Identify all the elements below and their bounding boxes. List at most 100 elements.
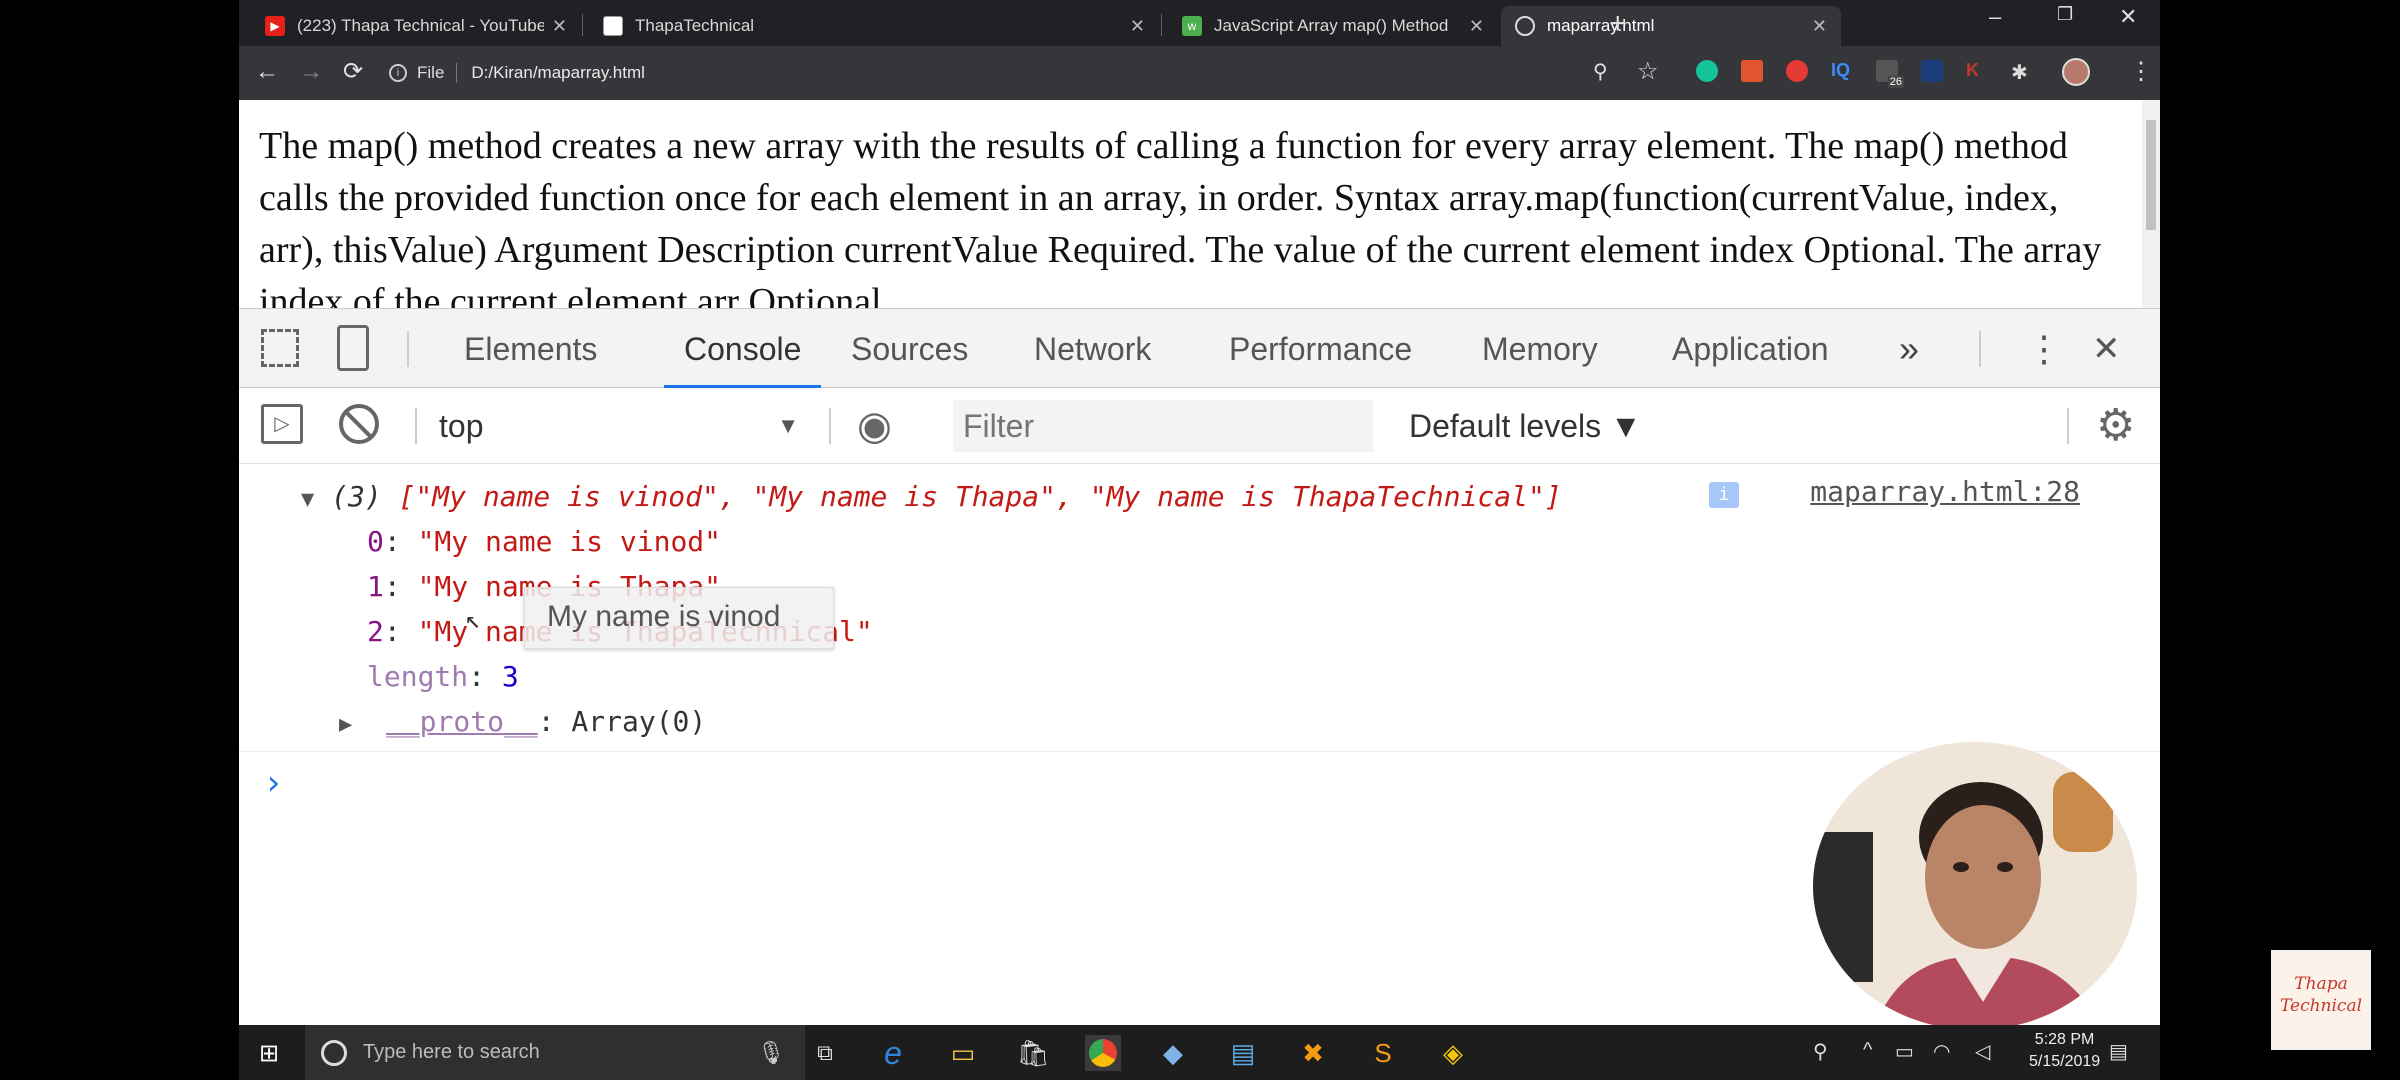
entry-index: 0 [367,525,384,558]
dropdown-arrow-icon: ▼ [777,413,799,438]
extension-icon[interactable] [1786,60,1808,82]
cortana-search-icon [321,1039,347,1066]
device-toolbar-icon[interactable] [337,325,369,371]
source-link[interactable]: maparray.html:28 [1810,475,2080,508]
page-text: The map() method creates a new array wit… [259,125,2102,308]
battery-icon[interactable]: ▭ [1895,1039,1914,1064]
console-settings-gear-icon[interactable]: ⚙ [2096,400,2135,452]
minimize-icon[interactable]: – [1989,4,2001,30]
chrome-taskbar-icon[interactable] [1085,1035,1121,1071]
console-filter-input[interactable] [953,400,1373,452]
taskbar-search-box[interactable]: Type here to search 🎙 [305,1025,805,1080]
info-badge-icon[interactable]: i [1709,482,1739,508]
devtools-tab-performance[interactable]: Performance [1229,309,1412,389]
log-levels-dropdown[interactable]: Default levels ▼ [1409,402,1642,450]
wifi-icon[interactable]: ◠ [1933,1039,1950,1064]
browser-tab-youtube[interactable]: ▶ (223) Thapa Technical - YouTube ✕ [251,6,581,46]
tray-chevron-icon[interactable]: ^ [1863,1039,1872,1062]
microsoft-store-icon[interactable]: 🛍 [1015,1035,1051,1071]
grammarly-extension-icon[interactable] [1696,60,1718,82]
page-icon [603,16,623,36]
show-sidebar-icon[interactable]: ▷ [261,404,303,444]
forward-arrow-icon[interactable]: → [299,58,323,86]
devtools-tabbar: Elements Console Sources Network Perform… [239,308,2160,389]
array-length: length: 3 [367,660,519,693]
browser-tab-maparray[interactable]: maparray.html ✕ [1501,6,1841,46]
reload-icon[interactable]: ⟳ [343,58,363,86]
proto-value: Array(0) [571,705,707,738]
extension-icon[interactable]: 26 [1876,60,1904,88]
array-count: (3) [331,480,382,513]
volume-icon[interactable]: ◁ [1975,1039,1990,1064]
live-expression-eye-icon[interactable]: ◉ [857,402,892,450]
expand-triangle-icon[interactable]: ▶ [339,712,352,737]
page-scrollbar[interactable] [2142,100,2160,308]
task-view-icon[interactable]: ⧉ [807,1035,843,1071]
close-devtools-icon[interactable]: ✕ [2092,309,2121,389]
close-tab-icon[interactable]: ✕ [552,16,567,37]
youtube-icon: ▶ [265,16,285,36]
hover-tooltip: My name is vinod [524,587,834,649]
tab-title: maparray.html [1547,16,1655,35]
context-value: top [439,408,484,444]
tab-divider [1161,14,1162,36]
k-extension-icon[interactable]: K [1966,60,1988,82]
bookmark-star-icon[interactable]: ☆ [1637,58,1659,86]
scroll-thumb[interactable] [2146,120,2156,230]
array-entry: 0: "My name is vinod" [367,525,722,558]
console-toolbar: ▷ top ▼ ◉ Default levels ▼ ⚙ [239,388,2160,464]
close-tab-icon[interactable]: ✕ [1812,16,1827,37]
notepad-icon[interactable]: ▤ [1225,1035,1261,1071]
clock-time: 5:28 PM [2034,1031,2095,1048]
chrome-menu-icon[interactable]: ⋮ [2129,58,2153,86]
clear-slash [344,410,374,440]
microphone-icon[interactable]: 🎙 [757,1040,785,1066]
array-log-summary[interactable]: ▼ (3) ["My name is vinod", "My name is T… [301,477,1562,520]
more-tabs-icon[interactable]: » [1899,309,1919,389]
extension-icon[interactable] [1921,60,1943,82]
browser-tab-w3schools[interactable]: w JavaScript Array map() Method ✕ [1168,6,1498,46]
close-tab-icon[interactable]: ✕ [1469,16,1484,37]
people-icon[interactable]: ⚲ [1813,1039,1828,1064]
windows-start-icon[interactable]: ⊞ [251,1035,287,1071]
restore-icon[interactable]: ❐ [2057,4,2073,25]
devtools-menu-icon[interactable]: ⋮ [2026,309,2062,389]
expand-triangle-icon[interactable]: ▼ [301,487,314,512]
presenter-webcam-overlay [1813,742,2137,1030]
iq-extension-icon[interactable]: IQ [1831,60,1853,82]
window-close-icon[interactable]: ✕ [2119,4,2137,30]
devtools-tab-sources[interactable]: Sources [851,309,968,389]
close-tab-icon[interactable]: ✕ [1130,16,1145,37]
proto-key: __proto__ [385,705,538,738]
extension-icon[interactable] [1741,60,1763,82]
search-placeholder: Type here to search [363,1041,540,1063]
browser-tab-thapatechnical[interactable]: ThapaTechnical ✕ [589,6,1159,46]
entry-index: 2 [367,615,384,648]
taskbar-clock[interactable]: 5:28 PM 5/15/2019 [2029,1029,2100,1073]
devtools-tab-network[interactable]: Network [1034,309,1151,389]
new-tab-plus-icon[interactable]: + [1609,6,1627,42]
context-selector[interactable]: top ▼ [439,402,799,450]
console-prompt-icon[interactable]: › [263,763,283,803]
devtools-tab-application[interactable]: Application [1672,309,1829,389]
devtools-tab-elements[interactable]: Elements [464,309,597,389]
array-proto[interactable]: ▶ __proto__: Array(0) [339,702,706,745]
info-icon[interactable]: i [389,64,407,82]
devtools-tab-console[interactable]: Console [664,309,822,389]
xampp-icon[interactable]: ✖ [1295,1035,1331,1071]
vscode-icon[interactable]: ◆ [1155,1035,1191,1071]
inspect-element-icon[interactable] [261,329,299,367]
file-explorer-icon[interactable]: ▭ [945,1035,981,1071]
edge-browser-icon[interactable]: e [875,1035,911,1071]
back-arrow-icon[interactable]: ← [255,58,279,86]
action-center-icon[interactable]: ▤ [2109,1039,2128,1064]
extension-gear-icon[interactable]: ✱ [2011,60,2033,84]
devtools-tab-memory[interactable]: Memory [1482,309,1598,389]
channel-watermark-logo: Thapa Technical [2271,950,2371,1050]
zoom-icon[interactable]: ⚲ [1593,58,1608,86]
profile-avatar[interactable] [2062,58,2090,86]
sublime-text-icon[interactable]: S [1365,1035,1401,1071]
git-icon[interactable]: ◈ [1435,1035,1471,1071]
clear-console-icon[interactable] [339,404,379,444]
address-bar[interactable]: i File D:/Kiran/maparray.html [389,55,1789,91]
